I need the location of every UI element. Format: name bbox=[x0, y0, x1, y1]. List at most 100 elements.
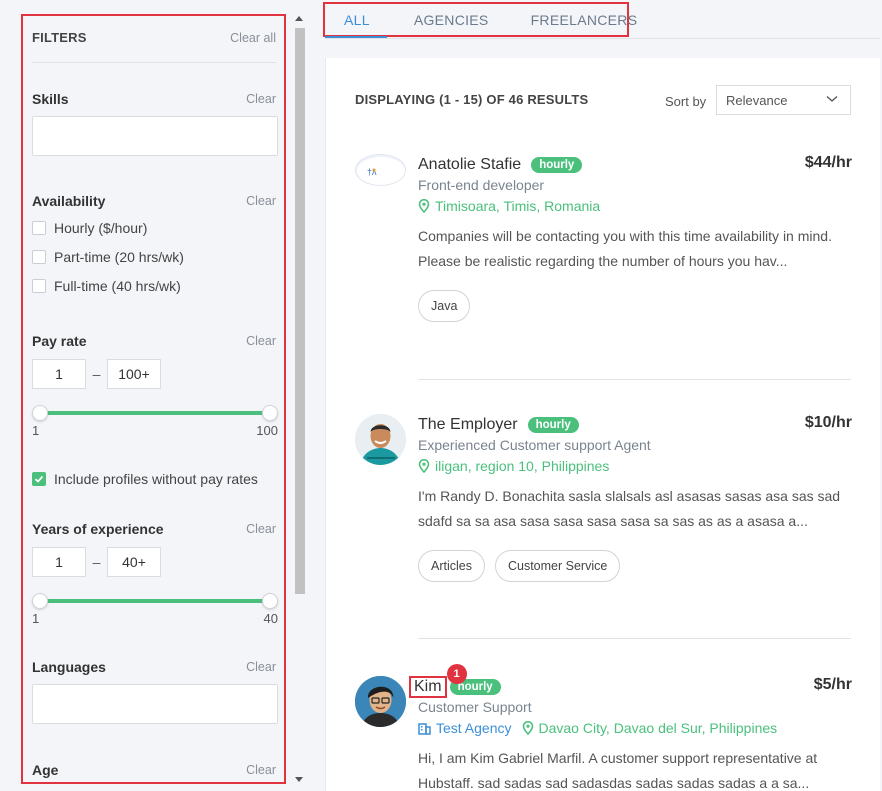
skill-tag[interactable]: Java bbox=[418, 290, 471, 322]
profile-name-row: Kim 1 hourly bbox=[409, 664, 852, 698]
tab-freelancers[interactable]: FREELANCERS bbox=[531, 12, 638, 28]
profile-card[interactable]: †ʌ Anatolie Stafie hourly $44/hr Front-e… bbox=[355, 154, 852, 322]
hourly-badge: hourly bbox=[531, 157, 583, 173]
skill-tag[interactable]: Customer Service bbox=[494, 550, 621, 582]
location-text: Davao City, Davao del Sur, Philippines bbox=[538, 720, 778, 736]
scroll-up-icon[interactable] bbox=[295, 16, 303, 21]
scrollbar-thumb[interactable] bbox=[295, 28, 305, 594]
profile-card[interactable]: The Employer hourly $10/hr Experienced C… bbox=[355, 414, 852, 582]
checkbox-checked[interactable] bbox=[32, 471, 46, 486]
profile-name[interactable]: Kim bbox=[414, 678, 442, 695]
result-type-tabs: ALL AGENCIES FREELANCERS bbox=[323, 2, 637, 37]
experience-slider[interactable] bbox=[32, 593, 278, 609]
pay-rate-max-input[interactable]: 100+ bbox=[107, 359, 161, 389]
description-line: Please be realistic regarding the number… bbox=[418, 253, 788, 269]
availability-option-hourly[interactable]: Hourly ($/hour) bbox=[32, 213, 276, 242]
notification-badge: 1 bbox=[446, 664, 467, 684]
agency-link[interactable]: Test Agency bbox=[418, 720, 512, 736]
scroll-down-icon[interactable] bbox=[295, 777, 303, 782]
skill-tags: Articles Customer Service bbox=[418, 550, 852, 582]
highlighted-name-box: Kim 1 bbox=[409, 664, 467, 698]
skills-label: Skills bbox=[32, 91, 69, 107]
logo-image: †ʌ bbox=[357, 157, 405, 185]
option-label: Full-time (40 hrs/wk) bbox=[54, 277, 181, 294]
slider-min-handle[interactable] bbox=[32, 405, 48, 421]
profile-divider bbox=[418, 379, 851, 380]
languages-label: Languages bbox=[32, 659, 106, 675]
profile-name[interactable]: Anatolie Stafie bbox=[418, 156, 521, 174]
experience-max-input[interactable]: 40+ bbox=[107, 547, 161, 577]
age-label: Age bbox=[32, 762, 59, 778]
age-clear-link[interactable]: Clear bbox=[246, 763, 276, 777]
sort-label: Sort by bbox=[665, 94, 707, 109]
profile-title: Front-end developer bbox=[418, 177, 545, 193]
location-text: iligan, region 10, Philippines bbox=[435, 458, 610, 474]
option-label: Part-time (20 hrs/wk) bbox=[54, 248, 184, 265]
checkmark-icon bbox=[34, 475, 44, 483]
description-line: sdafd sa sa asa sasa sasa sasa sasa sa s… bbox=[418, 513, 808, 529]
tab-agencies[interactable]: AGENCIES bbox=[414, 12, 489, 28]
slider-min-label: 1 bbox=[32, 423, 40, 438]
checkbox[interactable] bbox=[32, 278, 46, 293]
tabs-divider bbox=[325, 38, 880, 39]
range-dash: – bbox=[92, 366, 101, 382]
availability-clear-link[interactable]: Clear bbox=[246, 194, 276, 208]
slider-max-handle[interactable] bbox=[262, 593, 278, 609]
profile-body: Anatolie Stafie hourly $44/hr Front-end … bbox=[418, 154, 852, 322]
building-icon bbox=[418, 722, 431, 735]
description-line: Hubstaff. sad sadas sad sadasdas sadas s… bbox=[418, 775, 810, 791]
skills-header: Skills Clear bbox=[32, 91, 276, 107]
divider bbox=[32, 62, 276, 63]
skill-tag[interactable]: Articles bbox=[418, 550, 485, 582]
location-text: Timisoara, Timis, Romania bbox=[435, 198, 601, 214]
avatar bbox=[355, 676, 406, 727]
profile-name-row: Anatolie Stafie hourly bbox=[418, 154, 852, 176]
tab-all[interactable]: ALL bbox=[344, 12, 370, 28]
svg-text:†ʌ: †ʌ bbox=[367, 167, 377, 177]
slider-track bbox=[40, 599, 264, 603]
location-pin-icon bbox=[418, 199, 430, 213]
experience-inputs: 1 – 40+ bbox=[32, 547, 276, 577]
pay-rate-slider-labels: 1 100 bbox=[32, 423, 278, 438]
pay-rate-clear-link[interactable]: Clear bbox=[246, 334, 276, 348]
profile-name[interactable]: The Employer bbox=[418, 416, 518, 434]
chevron-down-icon bbox=[826, 96, 838, 102]
description-line: I'm Randy D. Bonachita sasla slalsals as… bbox=[418, 488, 841, 504]
experience-header: Years of experience Clear bbox=[32, 521, 276, 537]
include-no-rates-option[interactable]: Include profiles without pay rates bbox=[32, 464, 276, 493]
slider-max-handle[interactable] bbox=[262, 405, 278, 421]
experience-clear-link[interactable]: Clear bbox=[246, 522, 276, 536]
sidebar-scrollbar[interactable] bbox=[292, 14, 308, 784]
active-tab-indicator bbox=[325, 36, 387, 38]
skills-clear-link[interactable]: Clear bbox=[246, 92, 276, 106]
slider-max-label: 40 bbox=[263, 611, 278, 626]
range-dash: – bbox=[92, 554, 101, 570]
availability-option-full-time[interactable]: Full-time (40 hrs/wk) bbox=[32, 271, 276, 300]
experience-min-input[interactable]: 1 bbox=[32, 547, 86, 577]
hourly-rate: $10/hr bbox=[804, 414, 852, 431]
location-pin-icon bbox=[522, 721, 533, 735]
profile-name-row: The Employer hourly bbox=[418, 414, 852, 436]
availability-option-part-time[interactable]: Part-time (20 hrs/wk) bbox=[32, 242, 276, 271]
results-panel: DISPLAYING (1 - 15) OF 46 RESULTS Sort b… bbox=[325, 58, 880, 791]
pay-rate-min-input[interactable]: 1 bbox=[32, 359, 86, 389]
checkbox[interactable] bbox=[32, 220, 46, 235]
skills-input[interactable] bbox=[32, 116, 278, 156]
slider-min-label: 1 bbox=[32, 611, 40, 626]
clear-all-link[interactable]: Clear all bbox=[230, 31, 276, 45]
hourly-rate: $44/hr bbox=[804, 154, 852, 171]
languages-input[interactable] bbox=[32, 684, 278, 724]
pay-rate-slider[interactable] bbox=[32, 405, 278, 421]
slider-min-handle[interactable] bbox=[32, 593, 48, 609]
filters-title: FILTERS bbox=[32, 30, 87, 45]
description-line: Companies will be contacting you with th… bbox=[418, 228, 832, 244]
languages-clear-link[interactable]: Clear bbox=[246, 660, 276, 674]
profile-location: Timisoara, Timis, Romania bbox=[418, 198, 852, 214]
checkbox[interactable] bbox=[32, 249, 46, 264]
availability-header: Availability Clear bbox=[32, 193, 276, 209]
avatar bbox=[355, 414, 406, 465]
profile-card[interactable]: Kim 1 hourly $5/hr Customer Support Test… bbox=[355, 664, 852, 791]
sort-select[interactable]: Relevance bbox=[716, 85, 851, 115]
profile-title: Customer Support bbox=[418, 699, 532, 715]
age-header: Age Clear bbox=[32, 762, 276, 778]
